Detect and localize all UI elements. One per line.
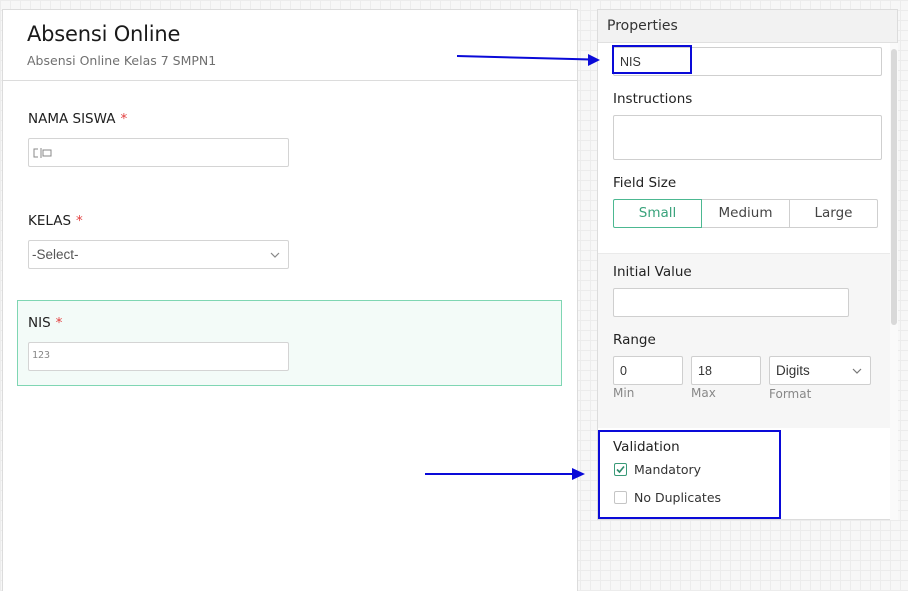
annotation-arrows	[425, 54, 600, 480]
field-size-small-button[interactable]: Small	[613, 199, 702, 228]
arrow-right-icon	[456, 54, 600, 66]
arrow-right-icon	[425, 468, 585, 480]
